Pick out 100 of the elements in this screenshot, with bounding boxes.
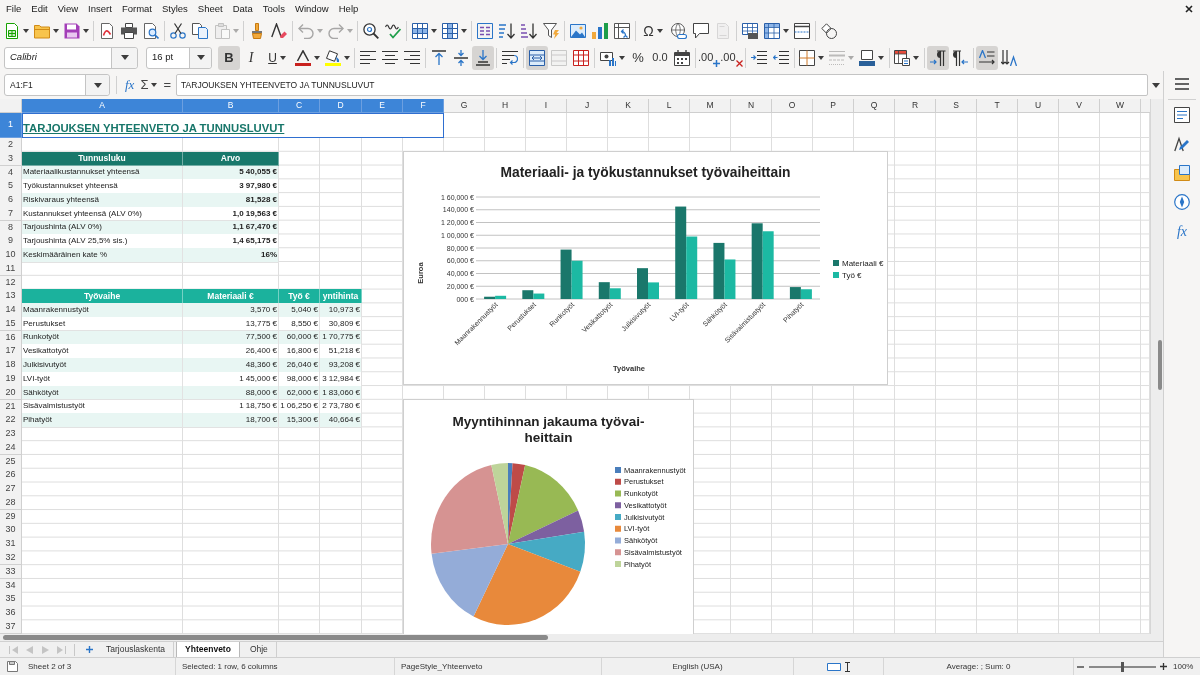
row-header[interactable]: 26: [0, 468, 22, 483]
row-header[interactable]: 10: [0, 248, 22, 263]
functions-button[interactable]: fx: [1170, 220, 1194, 242]
table-cell: 16,800 €: [279, 344, 320, 359]
row-header[interactable]: 1: [0, 113, 22, 138]
column-header[interactable]: A: [22, 99, 183, 113]
add-decimal-button[interactable]: .00: [698, 45, 721, 70]
folder-icon: [33, 22, 50, 39]
table-cell: 1 45,000 €: [183, 372, 279, 387]
column-header[interactable]: D: [320, 99, 362, 113]
menu-item[interactable]: File: [1, 0, 27, 17]
font-size-field[interactable]: 16 pt: [146, 46, 212, 69]
caret-icon: [656, 28, 663, 33]
vertical-scrollbar[interactable]: [1150, 99, 1163, 634]
column-header[interactable]: R: [895, 99, 936, 113]
row-header[interactable]: 19: [0, 372, 22, 387]
menu-item[interactable]: Help: [333, 0, 364, 17]
column-header[interactable]: I: [526, 99, 567, 113]
name-box[interactable]: A1:F1: [4, 74, 110, 96]
sheet-tab[interactable]: Yhteenveto: [176, 641, 240, 658]
scrollbar-thumb[interactable]: [1158, 340, 1162, 390]
column-header[interactable]: J: [567, 99, 608, 113]
row-header[interactable]: 30: [0, 523, 22, 538]
table-cell: Vesikattotyöt: [22, 344, 183, 359]
row-header[interactable]: 17: [0, 344, 22, 359]
number-format-button[interactable]: 0.0: [649, 45, 671, 70]
bold-button[interactable]: B: [218, 45, 240, 70]
column-header[interactable]: B: [183, 99, 279, 113]
row-header[interactable]: 35: [0, 592, 22, 607]
menu-icon: [1175, 78, 1189, 90]
table-cell: Maanrakennustyöt: [22, 303, 183, 318]
caret-icon: [430, 28, 437, 33]
highlighter-icon: [324, 49, 341, 66]
slider-thumb[interactable]: [1121, 661, 1124, 672]
text-direction-button[interactable]: [975, 45, 998, 70]
bar: [713, 242, 725, 299]
column-header[interactable]: N: [731, 99, 772, 113]
column-header[interactable]: O: [772, 99, 813, 113]
menu-item[interactable]: Data: [227, 0, 258, 17]
row-header[interactable]: 18: [0, 358, 22, 373]
calendar-icon: [674, 49, 690, 66]
formula-button[interactable]: =: [161, 74, 174, 96]
compass-icon: [1174, 194, 1190, 210]
sheet-position-text: Sheet 2 of 3: [28, 660, 72, 673]
menu-item[interactable]: View: [52, 0, 84, 17]
percent-format-button[interactable]: %: [627, 45, 649, 70]
column-header[interactable]: G: [444, 99, 485, 113]
underline-button[interactable]: U: [262, 45, 292, 70]
table-cell: 5,040 €: [279, 303, 320, 318]
column-header[interactable]: Q: [854, 99, 895, 113]
column-header[interactable]: P: [813, 99, 854, 113]
column-header[interactable]: E: [362, 99, 403, 113]
menu-item[interactable]: Tools: [257, 0, 290, 17]
selection-mode-icon: [827, 662, 841, 671]
align-bottom-button[interactable]: [472, 45, 494, 70]
plus-icon: [85, 646, 93, 653]
scrollbar-thumb[interactable]: [3, 635, 548, 640]
table-cell: Pihatyöt: [22, 413, 183, 428]
row-header[interactable]: 13: [0, 289, 22, 304]
horizontal-scrollbar[interactable]: [0, 634, 1163, 641]
sum-button[interactable]: Σ: [138, 74, 160, 96]
row-header[interactable]: 9: [0, 234, 22, 249]
menu-item[interactable]: Sheet: [192, 0, 228, 17]
table-cell: 3 12,984 €: [320, 372, 362, 387]
column-header[interactable]: W: [1100, 99, 1141, 113]
column-header[interactable]: L: [649, 99, 690, 113]
row-header[interactable]: 2: [0, 138, 22, 153]
function-wizard-button[interactable]: fx: [123, 74, 137, 96]
row-header[interactable]: 14: [0, 303, 22, 318]
menu-item[interactable]: Edit: [26, 0, 53, 17]
column-header[interactable]: K: [608, 99, 649, 113]
eraser-icon: [271, 22, 287, 39]
row-header[interactable]: 23: [0, 427, 22, 442]
column-header[interactable]: V: [1059, 99, 1100, 113]
row-header[interactable]: 5: [0, 179, 22, 194]
column-header[interactable]: M: [690, 99, 731, 113]
column-header[interactable]: U: [1018, 99, 1059, 113]
row-header[interactable]: 22: [0, 413, 22, 428]
column-header[interactable]: S: [936, 99, 977, 113]
column-header[interactable]: C: [279, 99, 320, 113]
row-header[interactable]: 31: [0, 537, 22, 552]
menu-item[interactable]: Insert: [83, 0, 117, 17]
menu-item[interactable]: Styles: [156, 0, 193, 17]
left-to-right-button[interactable]: [926, 45, 949, 70]
row-header[interactable]: 6: [0, 193, 22, 208]
row-header[interactable]: 36: [0, 606, 22, 621]
menu-item[interactable]: Format: [116, 0, 157, 17]
column-header[interactable]: H: [485, 99, 526, 113]
menu-item[interactable]: Window: [289, 0, 334, 17]
italic-button[interactable]: I: [240, 45, 262, 70]
column-header[interactable]: T: [977, 99, 1018, 113]
row-header[interactable]: 27: [0, 482, 22, 497]
formula-input[interactable]: TARJOUKSEN YHTEENVETO JA TUNNUSLUVUT: [176, 74, 1148, 96]
merge-center-icon: [529, 49, 545, 66]
zoom-in-button[interactable]: [1158, 660, 1168, 673]
merge-center-button[interactable]: [526, 45, 548, 70]
font-name-field[interactable]: Calibri: [4, 46, 138, 69]
delete-decimal-button[interactable]: .00: [720, 45, 743, 70]
column-header[interactable]: F: [403, 99, 444, 113]
special-character-button[interactable]: Ω: [638, 18, 668, 43]
